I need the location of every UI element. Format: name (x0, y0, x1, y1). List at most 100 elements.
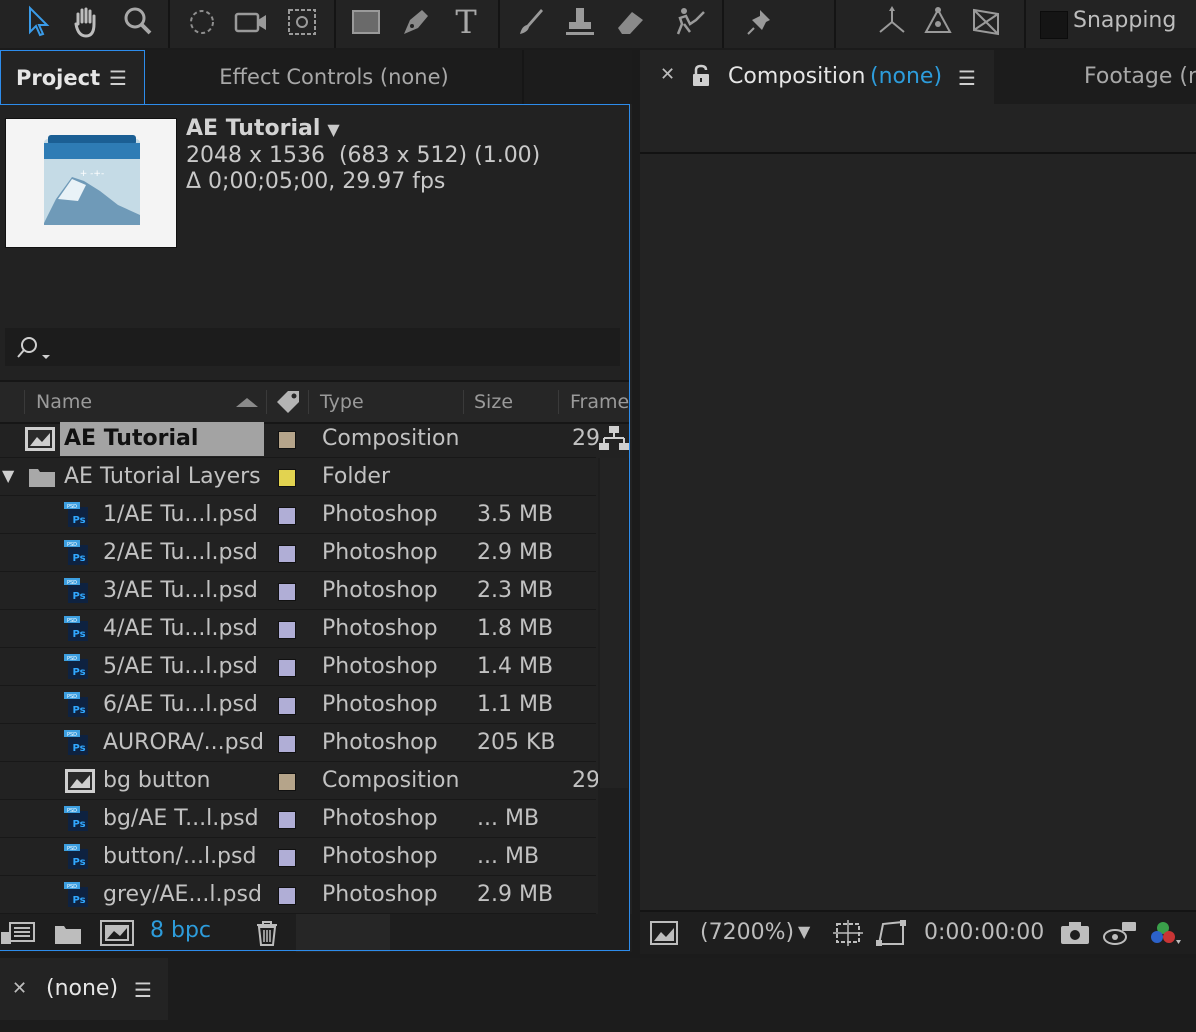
lock-open-icon[interactable] (690, 64, 712, 88)
project-item-row[interactable]: bg button Composition 29 (0, 762, 600, 800)
magnification-ratio[interactable]: (7200%) (700, 920, 794, 945)
svg-text:PSD: PSD (67, 656, 77, 662)
label-color-swatch[interactable] (278, 469, 296, 487)
project-item-row[interactable]: PSD Ps 3/AE Tu...l.psd Photoshop 2.3 MB (0, 572, 596, 610)
panel-menu-icon[interactable]: ☰ (109, 51, 127, 105)
label-color-swatch[interactable] (278, 697, 296, 715)
item-size: 2.3 MB (477, 578, 554, 603)
project-item-row[interactable]: PSD Ps bg/AE T...l.psd Photoshop ... MB (0, 800, 596, 838)
pen-tool-icon[interactable] (396, 2, 436, 42)
label-color-swatch[interactable] (278, 735, 296, 753)
tab-footage[interactable]: Footage (n (1084, 64, 1196, 89)
project-item-row[interactable]: PSD Ps 4/AE Tu...l.psd Photoshop 1.8 MB (0, 610, 596, 648)
project-item-row[interactable]: PSD Ps AURORA/...psd Photoshop 205 KB (0, 724, 596, 762)
label-color-swatch[interactable] (278, 811, 296, 829)
color-channels-icon[interactable] (1146, 918, 1182, 948)
project-item-row[interactable]: PSD Ps 1/AE Tu...l.psd Photoshop 3.5 MB (0, 496, 596, 534)
project-item-row[interactable]: PSD Ps 2/AE Tu...l.psd Photoshop 2.9 MB (0, 534, 596, 572)
preview-info: AE Tutorial ▼ 2048 x 1536 (683 x 512) (1… (186, 116, 540, 195)
zoom-dropdown-icon[interactable]: ▼ (798, 922, 810, 941)
list-scrollbar[interactable] (598, 458, 630, 914)
preview-dropdown-icon[interactable]: ▼ (327, 120, 339, 139)
rectangle-tool-icon[interactable] (346, 2, 386, 42)
tab-composition[interactable]: ✕ Composition (none) ☰ (640, 50, 994, 104)
label-color-swatch[interactable] (278, 431, 296, 449)
new-folder-icon[interactable] (52, 918, 84, 948)
label-color-swatch[interactable] (278, 545, 296, 563)
interpret-footage-icon[interactable] (0, 918, 36, 948)
tab-timeline-label: (none) (46, 976, 119, 1001)
flowchart-icon[interactable] (598, 424, 630, 454)
show-snapshot-icon[interactable] (1102, 918, 1138, 948)
eraser-tool-icon[interactable] (610, 2, 650, 42)
disclosure-triangle-icon[interactable]: ▼ (2, 466, 14, 485)
svg-text:Ps: Ps (72, 895, 85, 906)
snapping-checkbox[interactable] (1040, 11, 1068, 39)
snapshot-camera-icon[interactable] (1058, 918, 1092, 948)
new-composition-icon[interactable] (98, 918, 136, 948)
folder-icon (29, 469, 55, 487)
column-header-frame[interactable]: Frame (570, 382, 629, 422)
item-size: 3.5 MB (477, 502, 554, 527)
column-header-type[interactable]: Type (320, 382, 364, 422)
region-of-interest-icon[interactable] (832, 918, 864, 948)
item-size: ... MB (477, 844, 540, 869)
label-color-swatch[interactable] (278, 659, 296, 677)
tab-project[interactable]: Project ☰ (0, 50, 145, 104)
world-axis-mode-icon[interactable] (872, 2, 912, 42)
scrollbar-thumb[interactable] (600, 458, 628, 788)
project-item-row[interactable]: PSD Ps grey/AE...l.psd Photoshop 2.9 MB (0, 876, 596, 914)
label-color-swatch[interactable] (278, 507, 296, 525)
composition-viewer[interactable] (640, 154, 1196, 910)
label-color-swatch[interactable] (278, 773, 296, 791)
tab-effect-controls[interactable]: Effect Controls (none) (146, 50, 522, 104)
search-input[interactable] (5, 328, 620, 366)
current-timecode[interactable]: 0:00:00:00 (924, 920, 1044, 945)
panel-menu-icon[interactable]: ☰ (134, 978, 152, 1002)
label-color-swatch[interactable] (278, 887, 296, 905)
pan-behind-tool-icon[interactable] (282, 2, 322, 42)
always-preview-icon[interactable] (648, 918, 680, 948)
camera-tool-icon[interactable] (232, 2, 272, 42)
roto-brush-tool-icon[interactable] (670, 2, 710, 42)
svg-text:PSD: PSD (67, 504, 77, 510)
preview-name: AE Tutorial (186, 116, 321, 141)
puppet-pin-tool-icon[interactable] (740, 2, 780, 42)
label-color-swatch[interactable] (278, 621, 296, 639)
label-color-swatch[interactable] (278, 583, 296, 601)
item-name: bg button (103, 768, 211, 793)
sort-ascending-icon[interactable] (234, 396, 260, 408)
tab-timeline[interactable]: ✕ (none) ☰ (0, 958, 168, 1020)
search-icon (17, 337, 50, 359)
item-type: Photoshop (322, 616, 438, 641)
brush-tool-icon[interactable] (510, 2, 550, 42)
project-item-row[interactable]: PSD Ps 5/AE Tu...l.psd Photoshop 1.4 MB (0, 648, 596, 686)
project-item-row[interactable]: PSD Ps button/...l.psd Photoshop ... MB (0, 838, 596, 876)
selection-tool-icon[interactable] (18, 2, 58, 42)
rotate-tool-icon[interactable] (182, 2, 222, 42)
trash-icon[interactable] (254, 918, 280, 948)
column-header-name[interactable]: Name (36, 382, 92, 422)
label-color-swatch[interactable] (278, 849, 296, 867)
panel-menu-icon[interactable]: ☰ (958, 66, 976, 90)
project-item-row[interactable]: AE Tutorial Composition 29 (0, 420, 600, 458)
project-bpc-button[interactable]: 8 bpc (150, 918, 211, 943)
project-item-row[interactable]: PSD Ps 6/AE Tu...l.psd Photoshop 1.1 MB (0, 686, 596, 724)
svg-text:Ps: Ps (72, 553, 85, 564)
svg-text:PSD: PSD (67, 542, 77, 548)
hand-tool-icon[interactable] (66, 2, 106, 42)
clone-stamp-tool-icon[interactable] (560, 2, 600, 42)
folder-row[interactable]: ▼ AE Tutorial Layers Folder (0, 458, 596, 496)
item-name: AURORA/...psd (103, 730, 264, 755)
local-axis-mode-icon[interactable] (918, 2, 958, 42)
label-tag-icon[interactable] (274, 388, 302, 416)
zoom-tool-icon[interactable] (118, 2, 158, 42)
close-tab-icon[interactable]: ✕ (660, 64, 675, 85)
transparency-grid-icon[interactable] (874, 918, 908, 948)
close-tab-icon[interactable]: ✕ (12, 978, 27, 999)
view-axis-mode-icon[interactable] (966, 2, 1006, 42)
viewer-controls: (7200%) ▼ 0:00:00:00 (640, 910, 1196, 954)
column-header-size[interactable]: Size (474, 382, 513, 422)
type-tool-icon[interactable]: T (446, 2, 486, 42)
item-type: Photoshop (322, 730, 438, 755)
